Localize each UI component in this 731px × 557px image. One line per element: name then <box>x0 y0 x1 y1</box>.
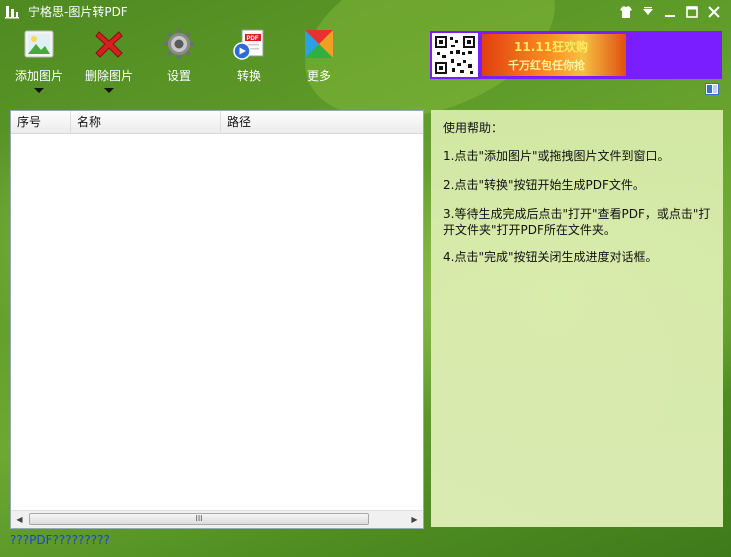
scroll-thumb[interactable]: III <box>29 513 369 525</box>
help-panel: 使用帮助： 1.点击"添加图片"或拖拽图片文件到窗口。 2.点击"转换"按钮开始… <box>431 110 723 527</box>
add-image-label: 添加图片 <box>14 69 63 83</box>
help-step-2: 2.点击"转换"按钮开始生成PDF文件。 <box>443 178 645 192</box>
list-header: 序号 名称 路径 <box>11 111 423 134</box>
image-icon <box>24 30 54 58</box>
help-step-3: 3.等待生成完成后点击"打开"查看PDF，或点击"打开文件夹"打开PDF所在文件… <box>443 207 711 237</box>
add-image-dropdown-arrow[interactable] <box>34 88 44 93</box>
settings-button[interactable]: 设置 <box>149 28 209 98</box>
more-label: 更多 <box>306 69 331 83</box>
promo-line-2: 千万红包任你抢 <box>508 59 585 72</box>
qr-code-icon <box>432 33 478 77</box>
scroll-left-icon[interactable]: ◀ <box>11 511 28 528</box>
settings-label: 设置 <box>166 69 191 83</box>
window-title: 宁格思-图片转PDF <box>28 5 128 19</box>
image-list[interactable]: 序号 名称 路径 ◀ III ▶ <box>10 110 424 529</box>
pdf-convert-icon: PDF <box>233 29 264 60</box>
more-button[interactable]: 更多 <box>289 28 349 98</box>
help-step-1: 1.点击"添加图片"或拖拽图片文件到窗口。 <box>443 149 670 163</box>
minimize-icon[interactable] <box>662 4 678 20</box>
skin-shirt-icon[interactable] <box>618 4 634 20</box>
promo-banner[interactable]: 11.11狂欢购 千万红包任你抢 <box>482 34 626 76</box>
promo-line-1: 11.11狂欢购 <box>514 40 588 54</box>
menu-dropdown-icon[interactable] <box>640 4 656 20</box>
delete-image-button[interactable]: 删除图片 <box>79 28 139 98</box>
layout-toggle-icon[interactable] <box>705 83 719 95</box>
convert-label: 转换 <box>236 69 261 83</box>
footer-link[interactable]: ???PDF????????? <box>10 533 110 547</box>
close-icon[interactable] <box>706 4 722 20</box>
ad-banner[interactable]: 11.11狂欢购 千万红包任你抢 <box>430 31 722 79</box>
help-title: 使用帮助： <box>443 121 504 135</box>
add-image-button[interactable]: 添加图片 <box>9 28 69 98</box>
help-step-4: 4.点击"完成"按钮关闭生成进度对话框。 <box>443 250 658 264</box>
convert-button[interactable]: PDF 转换 <box>219 28 279 98</box>
svg-text:PDF: PDF <box>247 36 259 42</box>
delete-image-dropdown-arrow[interactable] <box>104 88 114 93</box>
horizontal-scrollbar[interactable]: ◀ III ▶ <box>11 510 423 528</box>
column-header-path[interactable]: 路径 <box>221 111 423 133</box>
more-apps-icon <box>305 30 333 58</box>
gear-icon <box>164 29 194 59</box>
column-header-name[interactable]: 名称 <box>71 111 221 133</box>
delete-x-icon <box>95 31 123 58</box>
app-icon <box>5 6 19 19</box>
delete-image-label: 删除图片 <box>84 69 133 83</box>
maximize-icon[interactable] <box>684 4 700 20</box>
title-bar[interactable]: 宁格思-图片转PDF <box>0 0 731 24</box>
scroll-right-icon[interactable]: ▶ <box>406 511 423 528</box>
column-header-index[interactable]: 序号 <box>11 111 71 133</box>
